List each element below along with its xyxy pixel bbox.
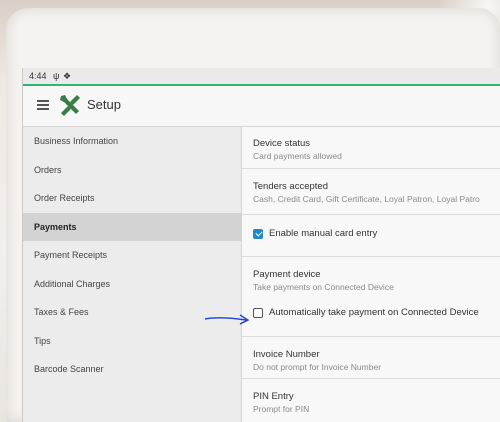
payment-device-row[interactable]: Payment device Take payments on Connecte… bbox=[242, 257, 500, 337]
sidebar-item-payment-receipts[interactable]: Payment Receipts bbox=[23, 241, 241, 270]
sidebar-item-additional-charges[interactable]: Additional Charges bbox=[23, 270, 241, 299]
tenders-value: Cash, Credit Card, Gift Certificate, Loy… bbox=[253, 194, 480, 204]
sidebar: Business Information Orders Order Receip… bbox=[23, 127, 242, 422]
tenders-row[interactable]: Tenders accepted Cash, Credit Card, Gift… bbox=[242, 169, 500, 215]
pin-entry-row[interactable]: PIN Entry Prompt for PIN bbox=[242, 379, 500, 419]
menu-icon[interactable] bbox=[37, 100, 49, 110]
tools-icon bbox=[60, 95, 80, 116]
payment-device-value: Take payments on Connected Device bbox=[253, 282, 394, 292]
sidebar-item-payments[interactable]: Payments bbox=[23, 212, 241, 241]
device-status-value: Card payments allowed bbox=[253, 151, 342, 161]
invoice-number-value: Do not prompt for Invoice Number bbox=[253, 362, 382, 372]
invoice-number-label: Invoice Number bbox=[253, 349, 320, 360]
settings-panel: Device status Card payments allowed Tend… bbox=[242, 127, 500, 422]
auto-payment-label: Automatically take payment on Connected … bbox=[269, 307, 479, 318]
pin-entry-value: Prompt for PIN bbox=[253, 404, 310, 414]
sidebar-item-barcode-scanner[interactable]: Barcode Scanner bbox=[23, 355, 241, 384]
device-status-label: Device status bbox=[253, 138, 311, 149]
sidebar-item-business-information[interactable]: Business Information bbox=[23, 127, 241, 156]
page-title: Setup bbox=[87, 97, 121, 112]
sidebar-item-order-receipts[interactable]: Order Receipts bbox=[23, 184, 241, 213]
invoice-number-row[interactable]: Invoice Number Do not prompt for Invoice… bbox=[242, 337, 500, 379]
usb-icon: ψ bbox=[53, 71, 60, 81]
sidebar-item-orders[interactable]: Orders bbox=[23, 156, 241, 185]
status-time: 4:44 bbox=[29, 71, 47, 81]
status-bar: 4:44 ψ ❖ bbox=[23, 68, 500, 86]
sidebar-item-tips[interactable]: Tips bbox=[23, 327, 241, 356]
tenders-label: Tenders accepted bbox=[253, 181, 328, 192]
manual-card-entry-label: Enable manual card entry bbox=[269, 228, 378, 239]
tablet-screen: 4:44 ψ ❖ Setup Business Information Orde… bbox=[22, 68, 500, 422]
app-grid-icon: ❖ bbox=[63, 71, 72, 81]
manual-card-entry-row[interactable]: Enable manual card entry bbox=[242, 215, 500, 257]
auto-payment-checkbox[interactable] bbox=[253, 307, 263, 318]
annotation-arrow-icon bbox=[204, 314, 250, 325]
payment-device-label: Payment device bbox=[253, 269, 321, 280]
app-toolbar: Setup bbox=[23, 86, 500, 127]
manual-card-entry-checkbox[interactable] bbox=[253, 228, 263, 239]
pin-entry-label: PIN Entry bbox=[253, 391, 294, 402]
device-status-row[interactable]: Device status Card payments allowed bbox=[242, 127, 500, 169]
